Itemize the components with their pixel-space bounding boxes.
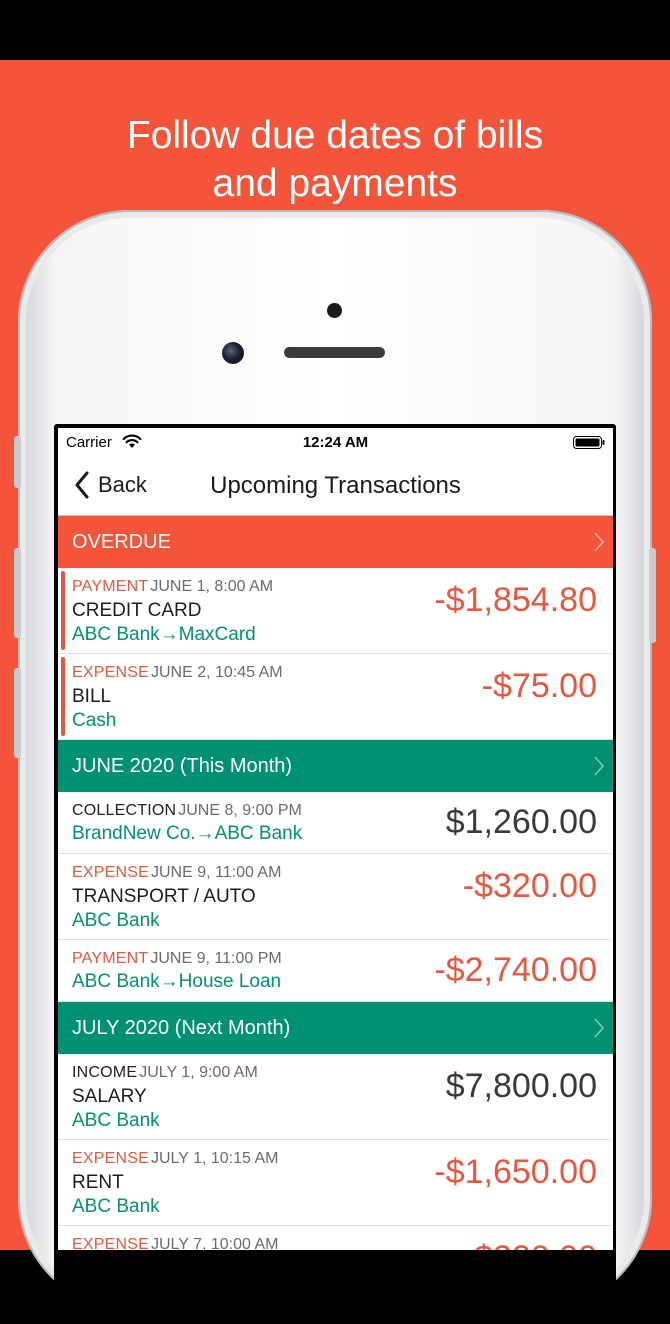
to-account: House Loan xyxy=(178,971,282,992)
transaction-row[interactable]: PAYMENT JUNE 1, 8:00 AM CREDIT CARD ABC B… xyxy=(58,568,613,654)
transaction-meta: EXPENSE JULY 7, 10:00 AM xyxy=(72,1236,278,1250)
phone-volume-up xyxy=(14,548,21,638)
transaction-amount: $1,260.00 xyxy=(445,803,597,841)
transaction-date: JULY 1, 9:00 AM xyxy=(139,1064,258,1081)
transaction-type: PAYMENT xyxy=(72,950,149,967)
promo-headline-line1: Follow due dates of bills xyxy=(126,114,544,157)
phone-sensor-dot xyxy=(327,303,342,318)
transaction-date: JULY 1, 10:15 AM xyxy=(151,1150,279,1167)
status-time: 12:24 AM xyxy=(302,434,369,451)
transaction-meta: INCOME JULY 1, 9:00 AM xyxy=(72,1064,258,1082)
transaction-amount: -$320.00 xyxy=(462,867,597,905)
transaction-row[interactable]: EXPENSE JUNE 9, 11:00 AM TRANSPORT / AUTO… xyxy=(58,854,613,940)
transaction-row[interactable]: EXPENSEJULY 7, 10:00 AM -$320.00 xyxy=(58,1226,613,1250)
transaction-amount: -$2,740.00 xyxy=(434,951,597,989)
section-title: JUNE 2020 (This Month) xyxy=(72,755,293,777)
section-header-july[interactable]: JULY 2020 (Next Month) xyxy=(58,1002,613,1054)
transaction-account: ABC Bank xyxy=(72,1196,160,1217)
overdue-indicator xyxy=(61,657,65,736)
transaction-accounts: ABC Bank→House Loan xyxy=(72,971,281,993)
transaction-date: JUNE 9, 11:00 AM xyxy=(151,864,282,881)
transaction-name: CREDIT CARD xyxy=(72,600,202,621)
transaction-date: JUNE 2, 10:45 AM xyxy=(151,664,283,681)
transaction-row[interactable]: EXPENSE JULY 1, 10:15 AM RENT ABC Bank -$… xyxy=(58,1140,613,1226)
transaction-meta: EXPENSE JULY 1, 10:15 AM xyxy=(72,1150,278,1168)
transaction-name: BILL xyxy=(72,686,112,707)
transaction-name: TRANSPORT / AUTO xyxy=(72,886,256,907)
section-header-overdue[interactable]: OVERDUE xyxy=(58,516,613,568)
transaction-account: ABC Bank xyxy=(72,1110,160,1131)
transaction-name: SALARY xyxy=(72,1086,147,1107)
transaction-date: JUNE 1, 8:00 AM xyxy=(150,578,274,595)
chevron-right-icon xyxy=(594,532,604,552)
battery-icon xyxy=(573,436,605,449)
phone-mute-switch xyxy=(14,436,21,488)
section-title: JULY 2020 (Next Month) xyxy=(72,1017,291,1039)
from-account: ABC Bank xyxy=(72,971,160,992)
navigation-bar: Back Upcoming Transactions xyxy=(58,458,613,516)
status-bar: Carrier 12:24 AM xyxy=(58,428,613,458)
transaction-type: COLLECTION xyxy=(72,802,177,819)
transaction-accounts: ABC Bank→MaxCard xyxy=(72,624,256,646)
transaction-type: EXPENSE xyxy=(72,1150,149,1167)
phone-volume-down xyxy=(14,668,21,758)
transaction-row[interactable]: PAYMENT JUNE 9, 11:00 PM ABC Bank→House L… xyxy=(58,940,613,1002)
transaction-amount: -$75.00 xyxy=(481,667,597,705)
transaction-amount: -$320.00 xyxy=(463,1239,597,1250)
page-title: Upcoming Transactions xyxy=(210,472,461,499)
transaction-type: PAYMENT xyxy=(72,578,149,595)
from-account: BrandNew Co. xyxy=(72,823,196,844)
promo-headline-line2: and payments xyxy=(212,162,458,205)
transaction-type: EXPENSE xyxy=(72,1236,149,1250)
transaction-date: JULY 7, 10:00 AM xyxy=(151,1236,279,1250)
transaction-amount: $7,800.00 xyxy=(445,1067,597,1105)
transaction-meta: COLLECTION JUNE 8, 9:00 PM xyxy=(72,802,302,820)
arrow-right-icon: → xyxy=(159,971,179,992)
app-screen: Carrier 12:24 AM Back Upcoming Transacti… xyxy=(58,428,613,1250)
arrow-right-icon: → xyxy=(159,624,179,645)
transaction-accounts: BrandNew Co.→ABC Bank xyxy=(72,823,302,845)
section-title: OVERDUE xyxy=(72,531,171,553)
transaction-row[interactable]: COLLECTION JUNE 8, 9:00 PM BrandNew Co.→A… xyxy=(58,792,613,854)
transaction-meta: EXPENSE JUNE 2, 10:45 AM xyxy=(72,664,283,682)
transaction-type: EXPENSE xyxy=(72,664,149,681)
transaction-date: JUNE 9, 11:00 PM xyxy=(150,950,282,967)
phone-earpiece xyxy=(284,347,385,358)
to-account: MaxCard xyxy=(178,624,256,645)
transaction-amount: -$1,854.80 xyxy=(434,581,597,619)
transaction-meta: EXPENSE JUNE 9, 11:00 AM xyxy=(72,864,281,882)
transaction-account: ABC Bank xyxy=(72,910,160,931)
transaction-type: INCOME xyxy=(72,1064,138,1081)
transaction-name: RENT xyxy=(72,1172,124,1193)
transaction-meta: PAYMENT JUNE 9, 11:00 PM xyxy=(72,950,282,968)
transaction-row[interactable]: INCOME JULY 1, 9:00 AM SALARY ABC Bank $7… xyxy=(58,1054,613,1140)
overdue-indicator xyxy=(61,571,65,650)
transaction-meta: PAYMENT JUNE 1, 8:00 AM xyxy=(72,578,273,596)
transaction-account: Cash xyxy=(72,710,117,731)
phone-power-button xyxy=(649,548,656,643)
transaction-row[interactable]: EXPENSE JUNE 2, 10:45 AM BILL Cash -$75.0… xyxy=(58,654,613,740)
chevron-right-icon xyxy=(594,1018,604,1038)
arrow-right-icon: → xyxy=(195,823,215,844)
front-camera-icon xyxy=(222,342,244,364)
section-header-june[interactable]: JUNE 2020 (This Month) xyxy=(58,740,613,792)
chevron-right-icon xyxy=(594,756,604,776)
to-account: ABC Bank xyxy=(214,823,303,844)
transaction-date: JUNE 8, 9:00 PM xyxy=(178,802,302,819)
from-account: ABC Bank xyxy=(72,624,160,645)
transaction-type: EXPENSE xyxy=(72,864,149,881)
transaction-amount: -$1,650.00 xyxy=(434,1153,597,1191)
